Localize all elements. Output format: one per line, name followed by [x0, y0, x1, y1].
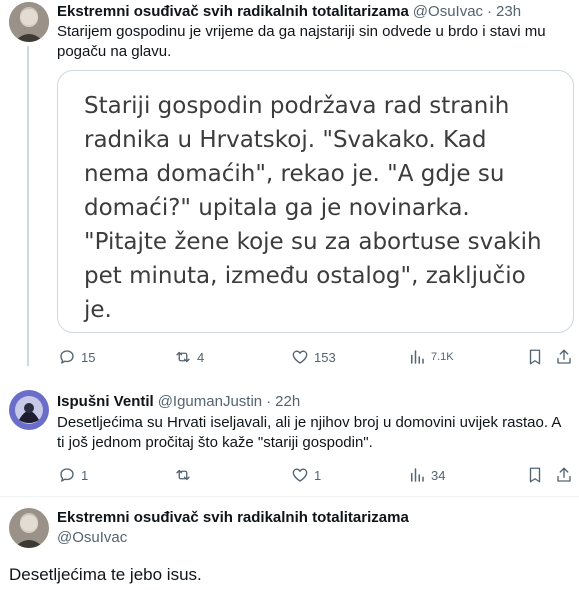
views-icon [411, 468, 424, 482]
like-button[interactable]: 153 [291, 348, 336, 366]
views-button[interactable]: 7.1K [408, 348, 454, 366]
bookmark-icon [529, 467, 541, 483]
avatar-photo [9, 2, 49, 42]
reply-count: 1 [81, 467, 89, 483]
author-name[interactable]: Ekstremni osuđivač svih radikalnih total… [57, 3, 409, 20]
repost-count: 4 [197, 349, 205, 365]
reply-button[interactable]: 15 [58, 348, 95, 366]
author-name[interactable]: Ispušni Ventil [57, 393, 154, 410]
like-button[interactable]: 1 [291, 466, 321, 484]
share-button[interactable] [555, 466, 573, 484]
divider [0, 496, 579, 497]
quoted-image-text: Stariji gospodin podržava rad stranih ra… [84, 93, 542, 323]
repost-button[interactable] [174, 466, 197, 484]
heart-icon [292, 350, 308, 364]
tweet-text: Desetljećima te jebo isus. [9, 565, 202, 584]
like-count: 153 [314, 349, 336, 365]
reply-icon [60, 350, 74, 364]
avatar[interactable] [9, 390, 49, 430]
quoted-image-card[interactable]: Stariji gospodin podržava rad stranih ra… [57, 70, 574, 333]
tweet-text: Starijem gospodinu je vrijeme da ga najs… [57, 23, 546, 60]
heart-icon [292, 468, 308, 482]
author-handle[interactable]: @IgumanJustin [158, 393, 262, 410]
repost-icon [176, 469, 190, 481]
bookmark-button[interactable] [526, 466, 544, 484]
share-button[interactable] [555, 348, 573, 366]
views-button[interactable]: 34 [408, 466, 445, 484]
share-icon [557, 349, 571, 364]
avatar-photo [9, 390, 49, 430]
bookmark-icon [529, 349, 541, 365]
share-icon [557, 467, 571, 482]
views-count: 34 [431, 467, 446, 483]
avatar-photo [9, 508, 49, 548]
timestamp[interactable]: 22h [275, 393, 300, 410]
repost-icon [176, 351, 190, 363]
thread-line [27, 46, 29, 366]
reply-icon [60, 468, 74, 482]
tweet-header: Ekstremni osuđivač svih radikalnih total… [57, 1, 577, 21]
repost-button[interactable]: 4 [174, 348, 204, 366]
dot-separator: · [487, 2, 493, 20]
bookmark-button[interactable] [526, 348, 544, 366]
reply-button[interactable]: 1 [58, 466, 88, 484]
author-handle[interactable]: @OsuIvac [57, 529, 127, 546]
author-handle[interactable]: @OsuIvac [413, 3, 483, 20]
avatar[interactable] [9, 508, 49, 548]
views-count: 7.1K [431, 351, 454, 363]
views-icon [411, 350, 424, 364]
timestamp[interactable]: 23h [496, 3, 521, 20]
dot-separator: · [266, 392, 272, 410]
reply-count: 15 [81, 349, 96, 365]
like-count: 1 [314, 467, 322, 483]
tweet-text: Desetljećima su Hrvati iseljavali, ali j… [57, 414, 561, 451]
author-name[interactable]: Ekstremni osuđivač svih radikalnih total… [57, 509, 409, 526]
tweet-header: Ispušni Ventil @IgumanJustin · 22h [57, 391, 577, 411]
avatar[interactable] [9, 2, 49, 42]
